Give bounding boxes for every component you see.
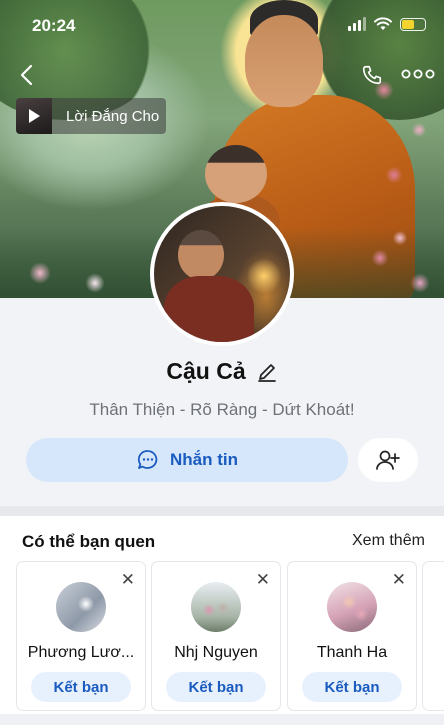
profile-name: Cậu Cả [166,358,246,384]
battery-icon [400,17,426,31]
edit-name-button[interactable] [256,361,278,383]
message-button[interactable]: Nhắn tin [26,438,348,482]
status-time: 20:24 [32,16,76,35]
play-icon [29,109,40,123]
more-options-button[interactable] [398,58,438,90]
dismiss-suggestion-button[interactable]: ✕ [256,570,270,590]
cover-child-head [205,145,267,203]
avatar-subject-head [178,230,224,280]
see-more-link[interactable]: Xem thêm [352,532,425,550]
suggestion-name: Phương Lươ... [27,644,135,661]
dismiss-suggestion-button[interactable]: ✕ [121,570,135,590]
suggestion-card-partial[interactable] [423,562,444,710]
suggestion-avatar [56,582,106,632]
more-horizontal-icon [401,69,435,79]
profile-bio: Thân Thiện - Rõ Ràng - Dứt Khoát! [89,400,355,419]
message-button-label: Nhắn tin [170,450,238,469]
section-divider [0,506,444,516]
pencil-icon [257,363,276,382]
suggestion-avatar [191,582,241,632]
suggestion-card[interactable]: ✕ Phương Lươ... Kết bạn [17,562,145,710]
music-thumbnail [16,98,52,134]
phone-icon [362,65,382,85]
status-bar: 20:24 [0,0,444,50]
suggestion-name: Nhj Nguyen [174,644,258,661]
avatar-subject-body [164,276,254,342]
profile-music-chip[interactable]: Lời Đắng Cho [16,98,166,134]
profile-name-row: Cậu Cả [0,358,444,385]
avatar[interactable] [150,202,294,346]
add-friend-card-button[interactable]: Kết bạn [302,672,402,702]
suggestion-avatar [327,582,377,632]
back-button[interactable] [14,63,38,87]
add-friend-card-button[interactable]: Kết bạn [31,672,131,702]
add-user-icon [376,450,400,470]
suggestion-card[interactable]: ✕ Nhj Nguyen Kết bạn [152,562,280,710]
dismiss-suggestion-button[interactable]: ✕ [392,570,406,590]
suggestions-title: Có thể bạn quen [22,532,156,551]
suggestion-name: Thanh Ha [316,644,388,661]
chevron-left-icon [20,64,33,86]
bottom-strip [0,714,444,725]
chat-bubble-icon [137,450,158,469]
add-friend-button[interactable] [358,438,418,482]
status-icons [348,17,426,31]
call-button[interactable] [358,61,386,89]
suggestion-card[interactable]: ✕ Thanh Ha Kết bạn [288,562,416,710]
wifi-icon [374,17,392,30]
add-friend-card-button[interactable]: Kết bạn [166,672,266,702]
music-title: Lời Đắng Cho [66,107,160,125]
signal-icon [348,17,366,31]
